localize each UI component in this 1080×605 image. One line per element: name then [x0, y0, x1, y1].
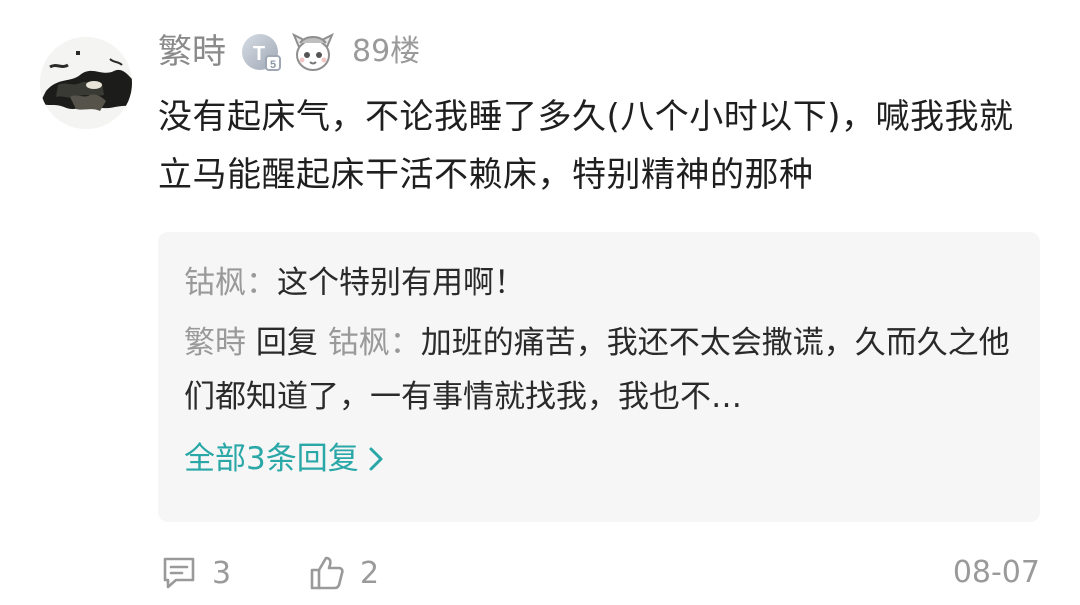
reply-username[interactable]: 繁時	[184, 325, 246, 361]
reply-target-username[interactable]: 钴枫	[328, 325, 390, 361]
replies-box[interactable]: 钴枫：这个特别有用啊！ 繁時 回复 钴枫：加班的痛苦，我还不太会撒谎，久而久之他…	[158, 232, 1040, 522]
chevron-right-icon	[369, 447, 383, 471]
comment-header: 繁時 T 5 89楼	[158, 28, 420, 76]
like-count: 2	[360, 555, 380, 591]
reply-text: 这个特别有用啊！	[277, 265, 525, 301]
reply-colon: ：	[246, 265, 277, 301]
view-all-replies-link[interactable]: 全部3条回复	[184, 432, 385, 486]
mascot-badge-icon	[290, 29, 336, 75]
reply-colon: ：	[389, 325, 421, 361]
reply-item[interactable]: 钴枫：这个特别有用啊！	[184, 256, 1014, 310]
view-all-replies-label: 全部3条回复	[184, 441, 359, 477]
floor-number: 89楼	[352, 34, 421, 69]
level-badge-icon: T 5	[240, 30, 284, 74]
comment-icon	[163, 557, 195, 589]
comment-button[interactable]: 3	[160, 548, 231, 598]
username[interactable]: 繁時	[158, 28, 226, 76]
comment-body: 没有起床气，不论我睡了多久(八个小时以下)，喊我我就立马能醒起床干活不赖床，特别…	[158, 97, 1014, 195]
thumbs-up-icon	[310, 556, 344, 590]
comment-footer: 3 2 08-07	[158, 548, 1040, 598]
avatar-image	[40, 37, 132, 129]
reply-verb: 回复	[255, 325, 318, 361]
avatar[interactable]	[40, 37, 132, 129]
reply-item[interactable]: 繁時 回复 钴枫：加班的痛苦，我还不太会撒谎，久而久之他们都知道了，一有事情就找…	[184, 316, 1014, 424]
comment-count: 3	[212, 555, 232, 591]
level-badge-letter: T	[253, 43, 265, 65]
reply-username[interactable]: 钴枫	[184, 265, 246, 301]
like-button[interactable]: 2	[308, 548, 379, 598]
level-badge-sub: 5	[270, 59, 276, 71]
comment-date: 08-07	[952, 555, 1040, 590]
